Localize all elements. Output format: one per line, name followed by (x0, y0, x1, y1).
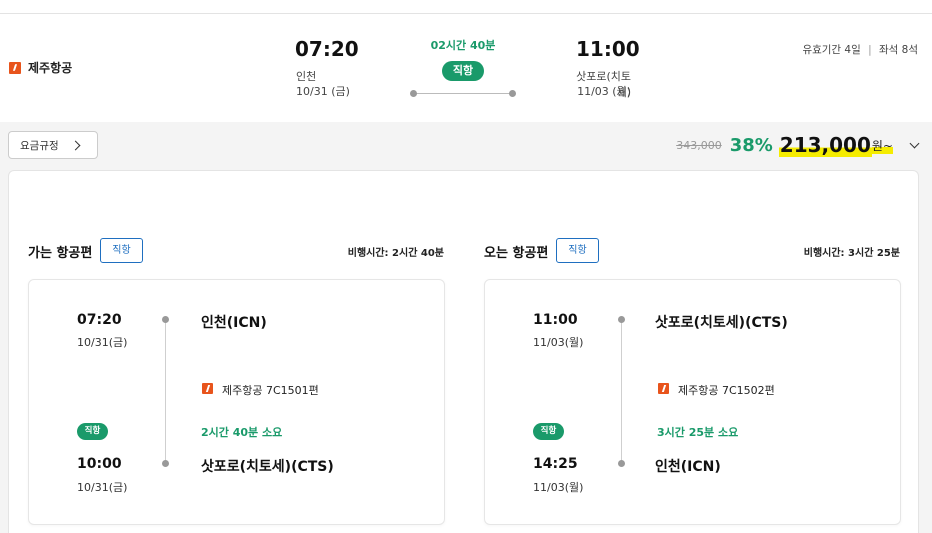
inbound-departure-dot (618, 316, 625, 323)
chevron-down-icon[interactable] (909, 138, 920, 148)
route-line (413, 93, 512, 94)
outbound-flight-time: 비행시간: 2시간 40분 (347, 248, 444, 259)
outbound-duration: 2시간 40분 소요 (201, 426, 283, 439)
inbound-direct-badge: 직항 (556, 238, 599, 263)
airline-logo-icon (658, 383, 669, 394)
outbound-direct-pill: 직항 (77, 423, 108, 440)
summary-arrival-time: 11:00 (576, 37, 640, 61)
inbound-flight-time: 비행시간: 3시간 25분 (803, 248, 900, 259)
discount-rate: 38% (729, 134, 773, 156)
inbound-arrival-city: 인천(ICN) (655, 459, 721, 475)
summary-duration: 02시간 40분 (430, 39, 496, 52)
outbound-arrival-time: 10:00 (77, 456, 122, 472)
outbound-airline-flight: 제주항공 7C1501편 (222, 384, 319, 397)
inbound-departure-date: 11/03(월) (533, 336, 584, 349)
airline-logo-icon (202, 383, 213, 394)
currency-unit: 원~ (871, 136, 893, 154)
inbound-airline-flight: 제주항공 7C1502편 (678, 384, 775, 397)
chevron-right-icon (70, 140, 81, 151)
price-area[interactable]: 343,000 38% 213,000 원~ (676, 131, 920, 159)
inbound-duration: 3시간 25분 소요 (657, 426, 739, 439)
inbound-arrival-date: 11/03(월) (533, 481, 584, 494)
fare-rule-button[interactable]: 요금규정 (8, 131, 98, 159)
final-price: 213,000 (778, 133, 872, 157)
summary-arrival-date: 11/03 (월) (577, 85, 631, 98)
seats-text: 좌석 8석 (879, 44, 918, 56)
outbound-departure-time: 07:20 (77, 312, 122, 328)
outbound-arrival-city: 삿포로(치토세)(CTS) (201, 459, 334, 475)
outbound-card: 07:20 10/31(금) 인천(ICN) 제주항공 7C1501편 직항 2… (28, 279, 445, 525)
separator: | (868, 44, 872, 56)
inbound-arrival-dot (618, 460, 625, 467)
original-price: 343,000 (676, 138, 722, 152)
inbound-card: 11:00 11/03(월) 삿포로(치토세)(CTS) 제주항공 7C1502… (484, 279, 901, 525)
outbound-departure-dot (162, 316, 169, 323)
airline-name: 제주항공 (28, 61, 73, 75)
outbound-departure-city: 인천(ICN) (201, 315, 267, 331)
direct-badge: 직항 (442, 61, 484, 81)
summary-departure-time: 07:20 (295, 37, 359, 61)
fare-rule-label: 요금규정 (20, 139, 59, 152)
inbound-title: 오는 항공편 (484, 246, 549, 261)
outbound-timeline (165, 320, 166, 464)
inbound-direct-pill: 직항 (533, 423, 564, 440)
outbound-title: 가는 항공편 (28, 246, 93, 261)
airline-logo-icon (9, 62, 21, 74)
outbound-direct-badge: 직항 (100, 238, 143, 263)
route-start-dot (410, 90, 417, 97)
inbound-departure-city: 삿포로(치토세)(CTS) (655, 315, 788, 331)
validity-seats: 유효기간 4일 | 좌석 8석 (790, 42, 918, 57)
outbound-arrival-date: 10/31(금) (77, 481, 128, 494)
route-end-dot (509, 90, 516, 97)
summary-departure-date: 10/31 (금) (296, 85, 350, 98)
outbound-arrival-dot (162, 460, 169, 467)
inbound-arrival-time: 14:25 (533, 456, 578, 472)
inbound-departure-time: 11:00 (533, 312, 578, 328)
validity-text: 유효기간 4일 (802, 44, 861, 56)
outbound-departure-date: 10/31(금) (77, 336, 128, 349)
summary-departure-city: 인천 (296, 70, 317, 83)
inbound-timeline (621, 320, 622, 464)
